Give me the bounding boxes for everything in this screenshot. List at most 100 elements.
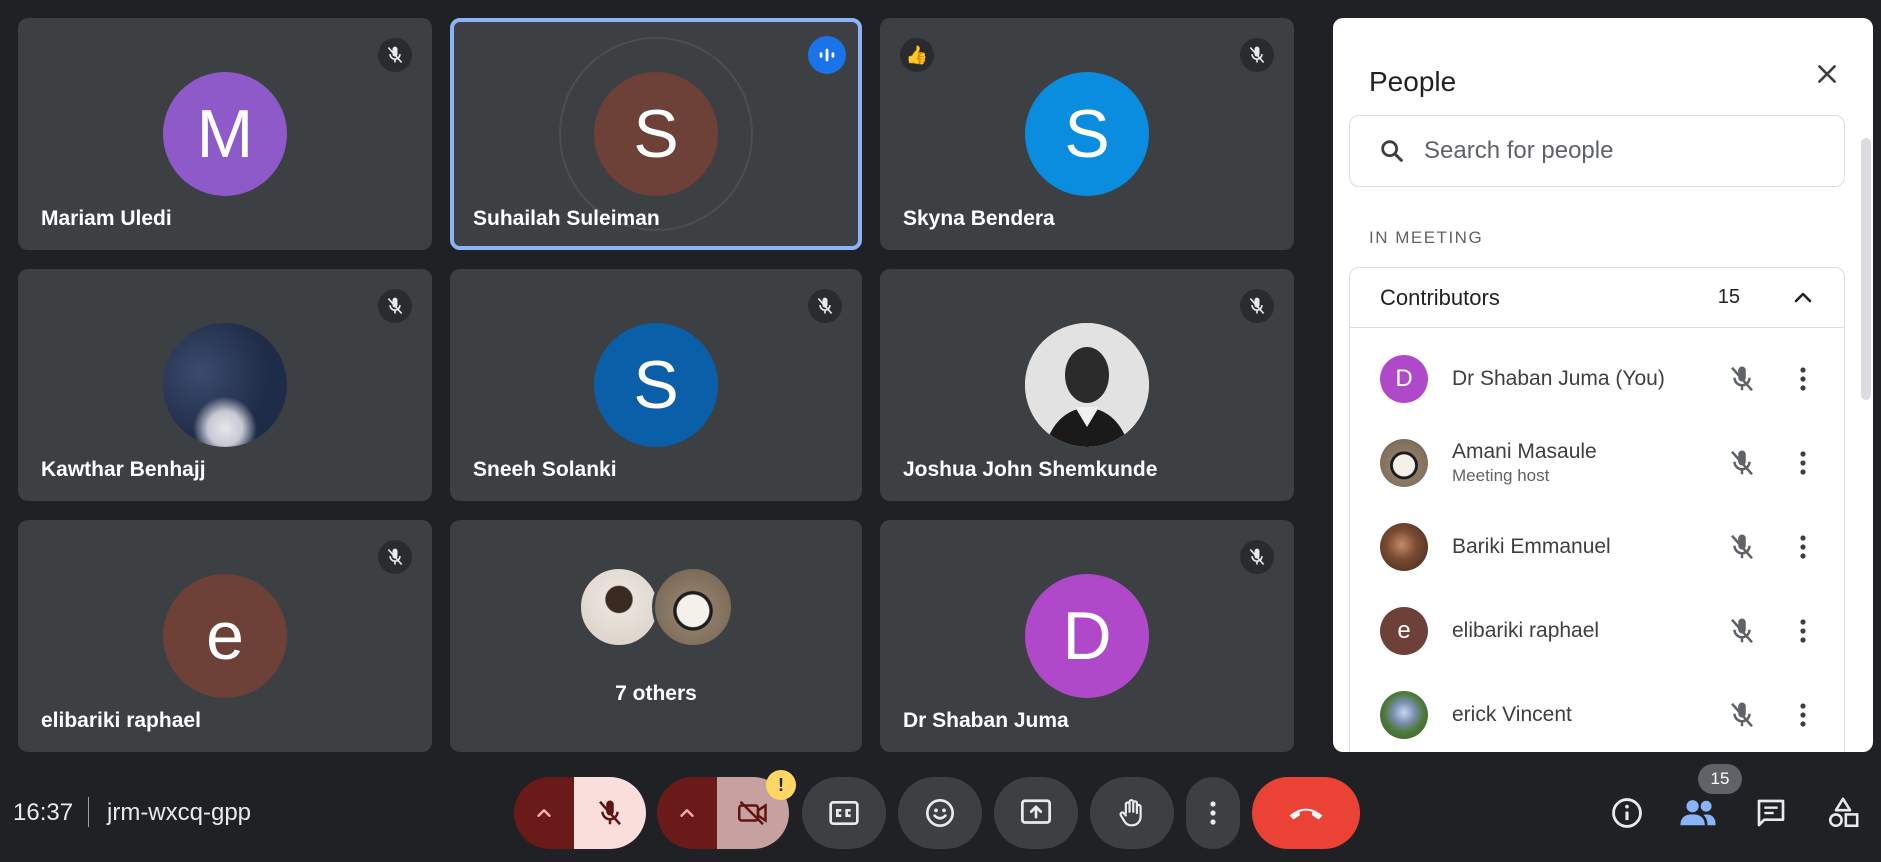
- chat-icon: [1757, 799, 1785, 827]
- thumbs-up-reaction-icon: 👍: [900, 38, 934, 72]
- person-name: Bariki Emmanuel: [1452, 535, 1611, 558]
- avatar: e: [1380, 607, 1428, 655]
- participant-name: Skyna Bendera: [903, 207, 1055, 230]
- participant-tile-suhailah[interactable]: S Suhailah Suleiman: [450, 18, 862, 250]
- list-item[interactable]: Bariki Emmanuel: [1350, 505, 1844, 589]
- participant-tile-kawthar[interactable]: Kawthar Benhajj: [18, 269, 432, 501]
- participant-name: Mariam Uledi: [41, 207, 172, 230]
- participant-count-badge: 15: [1698, 764, 1742, 794]
- participant-tile-skyna[interactable]: S 👍 Skyna Bendera: [880, 18, 1294, 250]
- avatar: S: [594, 72, 718, 196]
- mic-off-icon: [378, 289, 412, 323]
- present-button[interactable]: [994, 777, 1078, 849]
- mic-off-icon[interactable]: [1722, 527, 1762, 567]
- mic-off-icon: [1240, 540, 1274, 574]
- more-vert-icon: [1210, 801, 1216, 825]
- participant-name: Kawthar Benhajj: [41, 458, 206, 481]
- avatar-photo: [578, 566, 660, 648]
- more-options-button[interactable]: [1186, 777, 1240, 849]
- mic-off-icon: [599, 800, 621, 826]
- person-name: elibariki raphael: [1452, 619, 1600, 642]
- chat-button[interactable]: [1748, 790, 1794, 836]
- avatar: S: [1025, 72, 1149, 196]
- call-end-icon: [1289, 808, 1323, 820]
- panel-title: People: [1369, 66, 1457, 97]
- emoji-icon: [926, 799, 954, 827]
- participant-tile-elibariki[interactable]: e elibariki raphael: [18, 520, 432, 752]
- mic-off-icon[interactable]: [1722, 359, 1762, 399]
- participant-name: Dr Shaban Juma: [903, 709, 1069, 732]
- more-vert-icon[interactable]: [1788, 443, 1818, 483]
- meeting-details-button[interactable]: [1604, 790, 1650, 836]
- mic-off-icon: [378, 540, 412, 574]
- mic-off-icon: [1240, 289, 1274, 323]
- meeting-code: jrm-wxcq-gpp: [107, 799, 252, 826]
- contributors-header[interactable]: Contributors 15: [1350, 268, 1844, 328]
- avatar-photo: [652, 566, 734, 648]
- more-vert-icon[interactable]: [1788, 611, 1818, 651]
- list-item[interactable]: e elibariki raphael: [1350, 589, 1844, 673]
- captions-button[interactable]: [802, 777, 886, 849]
- clock: 16:37: [13, 799, 74, 826]
- search-icon: [1376, 135, 1408, 167]
- person-role: Meeting host: [1452, 466, 1550, 485]
- group-name: Contributors: [1380, 284, 1500, 310]
- others-avatar-stack: [578, 566, 734, 648]
- shapes-icon: [1828, 797, 1859, 828]
- hand-icon: [1119, 799, 1142, 827]
- list-item[interactable]: D Dr Shaban Juma (You): [1350, 337, 1844, 421]
- mic-off-icon: [1240, 38, 1274, 72]
- speaking-indicator-icon: [808, 36, 846, 74]
- search-input[interactable]: [1424, 137, 1804, 165]
- activities-button[interactable]: [1820, 790, 1866, 836]
- person-name: Amani Masaule: [1452, 440, 1597, 463]
- avatar-photo: [1380, 439, 1428, 487]
- participant-tile-shaban[interactable]: D Dr Shaban Juma: [880, 520, 1294, 752]
- section-label: IN MEETING: [1369, 228, 1484, 247]
- closed-caption-icon: [829, 801, 859, 825]
- participant-tile-mariam[interactable]: M Mariam Uledi: [18, 18, 432, 250]
- list-item[interactable]: erick Vincent: [1350, 673, 1844, 752]
- avatar: S: [594, 323, 718, 447]
- people-button[interactable]: [1675, 790, 1721, 836]
- mic-off-icon: [808, 289, 842, 323]
- list-item[interactable]: Amani Masaule Meeting host: [1350, 421, 1844, 505]
- people-icon: [1680, 800, 1716, 826]
- scrollbar[interactable]: [1861, 138, 1871, 400]
- participant-name: Joshua John Shemkunde: [903, 458, 1158, 481]
- chevron-up-icon[interactable]: [1788, 283, 1818, 313]
- videocam-off-icon: [738, 800, 767, 826]
- raise-hand-button[interactable]: [1090, 777, 1174, 849]
- info-icon: [1612, 798, 1642, 828]
- mic-off-icon[interactable]: [1722, 611, 1762, 651]
- more-vert-icon[interactable]: [1788, 527, 1818, 567]
- contributors-group: Contributors 15 D Dr Shaban Juma (You) A…: [1349, 267, 1845, 752]
- search-box[interactable]: [1349, 115, 1845, 187]
- participant-tile-joshua[interactable]: Joshua John Shemkunde: [880, 269, 1294, 501]
- avatar-photo: [1380, 691, 1428, 739]
- participant-tile-sneeh[interactable]: S Sneeh Solanki: [450, 269, 862, 501]
- avatar-photo: [1025, 323, 1149, 447]
- participant-name: Suhailah Suleiman: [473, 207, 660, 230]
- participant-name: elibariki raphael: [41, 709, 201, 732]
- chevron-up-icon: [537, 809, 551, 817]
- video-options-button[interactable]: [657, 777, 717, 849]
- others-tile[interactable]: 7 others: [450, 520, 862, 752]
- leave-call-button[interactable]: [1252, 777, 1360, 849]
- microphone-toggle-button[interactable]: [574, 777, 646, 849]
- avatar: D: [1025, 574, 1149, 698]
- more-vert-icon[interactable]: [1788, 695, 1818, 735]
- close-icon[interactable]: [1805, 52, 1849, 96]
- mic-off-icon[interactable]: [1722, 443, 1762, 483]
- people-panel: People IN MEETING Contributors 15 D Dr S…: [1333, 18, 1873, 752]
- audio-options-button[interactable]: [514, 777, 574, 849]
- avatar: M: [163, 72, 287, 196]
- more-vert-icon[interactable]: [1788, 359, 1818, 399]
- person-name: Dr Shaban Juma (You): [1452, 367, 1665, 390]
- avatar-photo: [1380, 523, 1428, 571]
- mic-off-icon[interactable]: [1722, 695, 1762, 735]
- participant-name: Sneeh Solanki: [473, 458, 617, 481]
- avatar: e: [163, 574, 287, 698]
- divider: [88, 797, 89, 827]
- reactions-button[interactable]: [898, 777, 982, 849]
